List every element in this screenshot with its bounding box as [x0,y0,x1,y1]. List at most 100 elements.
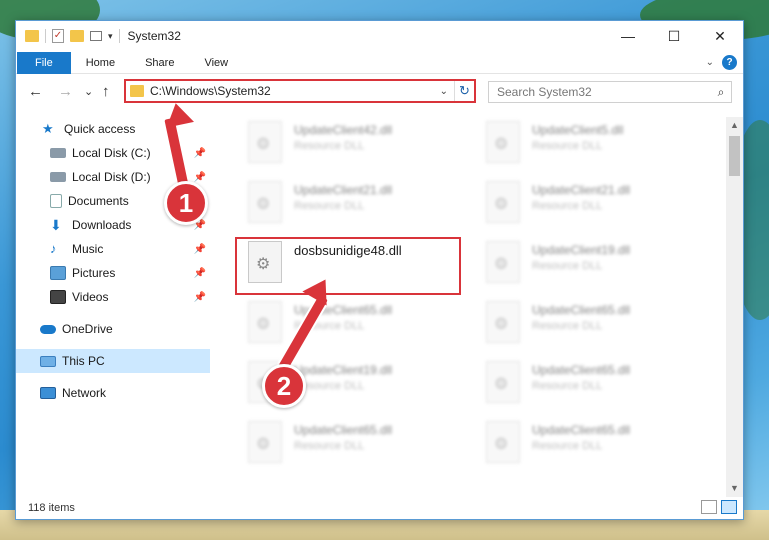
step-badge-1: 1 [164,181,208,225]
drive-icon [50,148,66,158]
sidebar-item-pictures[interactable]: Pictures 📌 [16,261,210,285]
videos-icon [50,290,66,304]
help-icon[interactable]: ? [722,55,737,70]
tab-view[interactable]: View [189,52,243,74]
customize-toolbar-icon[interactable] [90,31,102,41]
dll-file-icon: ⚙ [486,301,520,343]
address-path[interactable]: C:\Windows\System32 [150,84,434,98]
scroll-thumb[interactable] [729,136,740,176]
item-count: 118 items [28,502,75,514]
file-name: UpdateClient65.dll [532,303,631,317]
pin-icon[interactable]: 📌 [194,268,206,279]
sidebar-item-network[interactable]: Network [16,381,210,405]
step-badge-2: 2 [262,364,306,408]
folder-icon[interactable] [25,30,39,42]
sidebar-item-label: Network [62,386,107,400]
file-type: Resource DLL [294,200,365,212]
folder-icon [130,85,144,97]
file-name: UpdateClient21.dll [294,183,393,197]
sidebar-item-this-pc[interactable]: This PC [16,349,210,373]
scroll-down-icon[interactable]: ▼ [726,480,743,497]
properties-icon[interactable]: ✓ [52,29,64,43]
file-name: UpdateClient19.dll [532,243,631,257]
list-item[interactable]: ⚙ UpdateClient65.dll Resource DLL [476,357,706,409]
sidebar-item-label: Music [72,242,104,256]
drive-icon [50,172,66,182]
chevron-down-icon[interactable]: ▾ [108,31,113,42]
file-name: UpdateClient65.dll [532,423,631,437]
sidebar-item-label: Local Disk (C:) [72,146,151,160]
recent-locations-button[interactable]: ⌄ [84,85,93,98]
maximize-button[interactable]: ☐ [651,21,697,51]
search-box[interactable]: Search System32 ⌕ [488,81,732,103]
tab-home[interactable]: Home [71,52,130,74]
sidebar-item-music[interactable]: ♪ Music 📌 [16,237,210,261]
sidebar-item-label: OneDrive [62,322,113,336]
up-button[interactable]: ↑ [102,83,110,100]
address-bar[interactable]: C:\Windows\System32 ⌄ ↻ [124,79,476,103]
onedrive-icon [40,324,56,334]
list-item[interactable]: ⚙ UpdateClient65.dll Resource DLL [238,297,468,349]
file-explorer-window: ✓ ▾ System32 — ☐ ✕ File Home Share View … [15,20,744,520]
sidebar-item-label: Downloads [72,218,132,232]
details-view-icon[interactable] [701,500,717,514]
refresh-icon[interactable]: ↻ [454,81,474,101]
file-type: Resource DLL [294,440,365,452]
file-name: UpdateClient42.dll [294,123,393,137]
back-button[interactable]: ← [28,83,43,100]
computer-icon [40,355,56,367]
tab-share[interactable]: Share [130,52,189,74]
status-bar: 118 items [16,497,743,519]
minimize-button[interactable]: — [605,21,651,51]
sidebar-item-onedrive[interactable]: OneDrive [16,317,210,341]
pin-icon[interactable]: 📌 [194,292,206,303]
pin-icon[interactable]: 📌 [194,148,206,159]
file-name: UpdateClient65.dll [532,363,631,377]
file-type: Resource DLL [532,320,603,332]
network-icon [40,387,56,399]
tab-file[interactable]: File [17,51,71,74]
sidebar-item-label: Videos [72,290,109,304]
list-item[interactable]: ⚙ UpdateClient5.dll Resource DLL [476,117,706,169]
dll-file-icon: ⚙ [486,421,520,463]
search-input[interactable]: Search System32 [497,85,711,99]
large-icons-view-icon[interactable] [721,500,737,514]
new-folder-icon[interactable] [70,30,84,42]
vertical-scrollbar[interactable]: ▲ ▼ [726,117,743,497]
search-icon[interactable]: ⌕ [711,85,731,100]
dll-file-icon: ⚙ [248,421,282,463]
list-item[interactable]: ⚙ UpdateClient21.dll Resource DLL [238,177,468,229]
list-item[interactable]: ⚙ UpdateClient42.dll Resource DLL [238,117,468,169]
dll-file-icon: ⚙ [486,121,520,163]
list-item[interactable]: ⚙ UpdateClient65.dll Resource DLL [476,297,706,349]
sidebar-item-label: This PC [62,354,105,368]
list-item[interactable]: ⚙ UpdateClient65.dll Resource DLL [238,417,468,469]
chevron-down-icon[interactable]: ⌄ [434,86,454,97]
pin-icon[interactable]: 📌 [194,172,206,183]
list-item[interactable]: ⚙ UpdateClient21.dll Resource DLL [476,177,706,229]
scroll-up-icon[interactable]: ▲ [726,117,743,134]
dll-file-icon: ⚙ [248,301,282,343]
list-item[interactable]: ⚙ UpdateClient19.dll Resource DLL [476,237,706,289]
sidebar-item-label: Pictures [72,266,116,280]
dll-file-icon: ⚙ [248,121,282,163]
sidebar-item-label: Documents [68,194,129,208]
file-name: UpdateClient19.dll [294,363,393,377]
dll-file-icon: ⚙ [486,361,520,403]
sidebar-item-label: Local Disk (D:) [72,170,151,184]
pin-icon[interactable]: 📌 [194,244,206,255]
file-type: Resource DLL [532,140,603,152]
sidebar-item-videos[interactable]: Videos 📌 [16,285,210,309]
close-button[interactable]: ✕ [697,21,743,51]
file-type: Resource DLL [294,140,365,152]
divider [45,29,46,43]
quick-access-toolbar: ✓ ▾ [16,29,120,43]
documents-icon [50,194,62,208]
downloads-icon: ⬇ [50,217,62,233]
forward-button[interactable]: → [58,83,73,100]
dll-file-icon: ⚙ [486,181,520,223]
file-name: UpdateClient5.dll [532,123,624,137]
list-item[interactable]: ⚙ UpdateClient65.dll Resource DLL [476,417,706,469]
window-title: System32 [127,29,181,43]
expand-ribbon-icon[interactable]: ⌄ [706,57,714,68]
